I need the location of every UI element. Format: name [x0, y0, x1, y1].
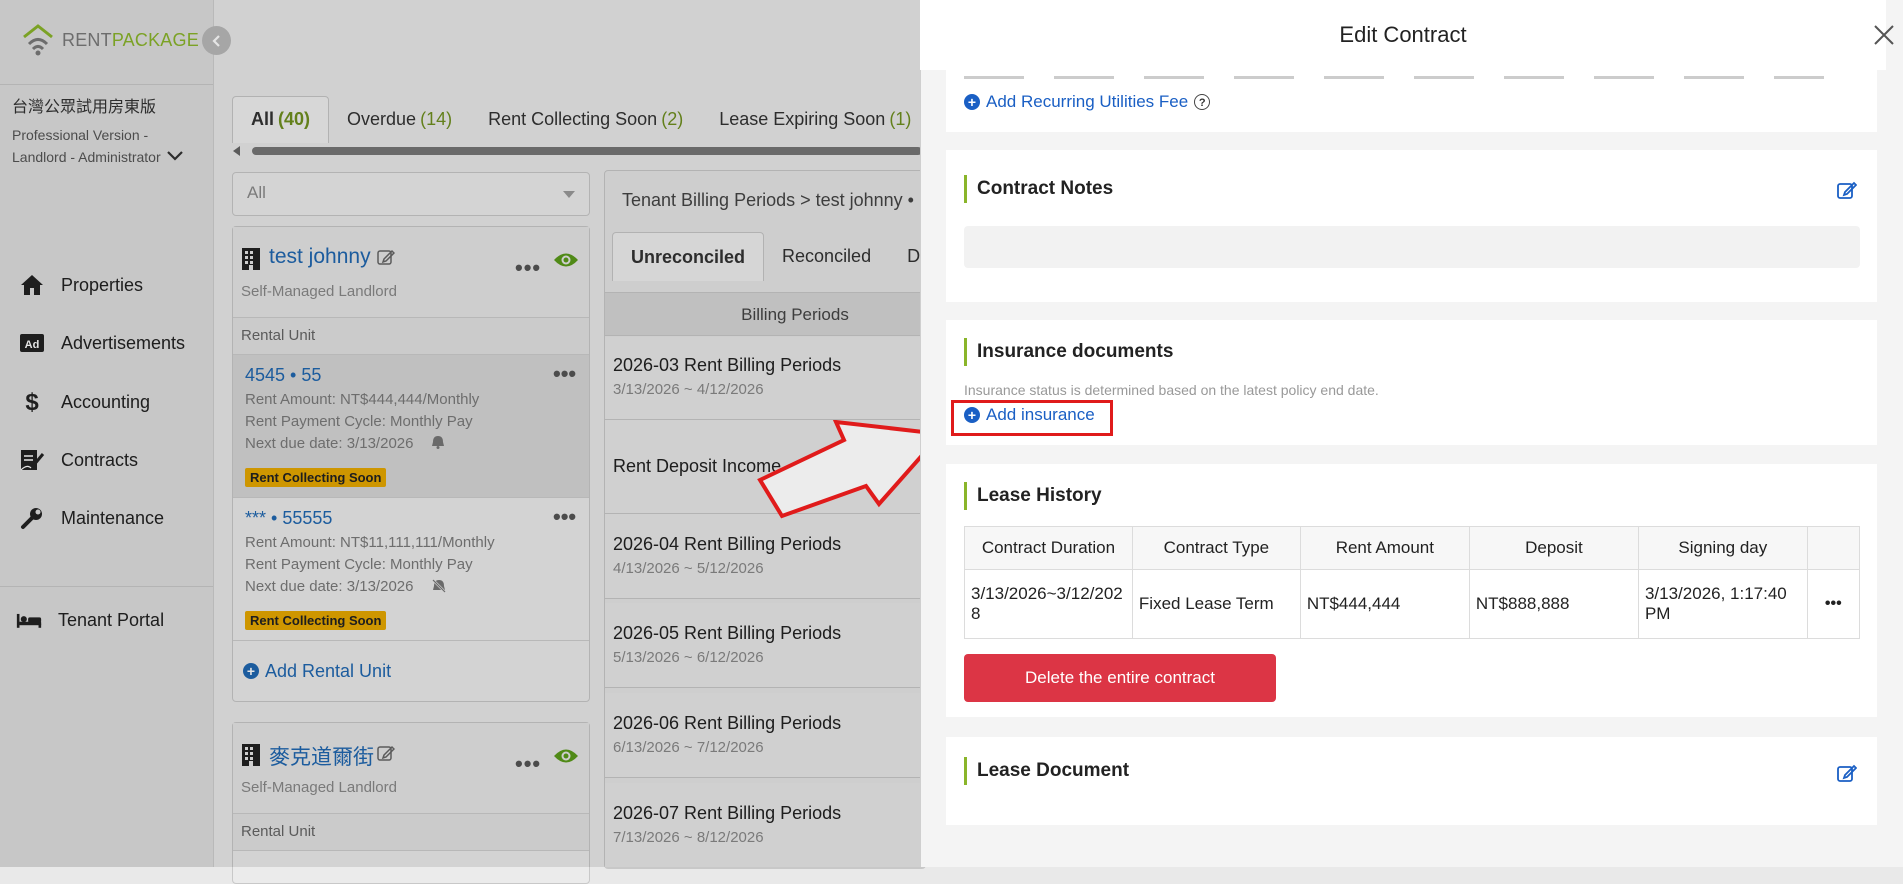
- column-header: Signing day: [1637, 526, 1808, 570]
- lease-history-section: Lease History Contract Duration Contract…: [946, 464, 1877, 717]
- insurance-hint: Insurance status is determined based on …: [964, 382, 1379, 398]
- edit-icon[interactable]: [1837, 180, 1857, 200]
- more-options-icon[interactable]: •••: [1806, 569, 1861, 639]
- contract-notes-section: Contract Notes: [946, 150, 1877, 302]
- cell-deposit: NT$888,888: [1468, 569, 1639, 639]
- column-header: Rent Amount: [1299, 526, 1470, 570]
- cell-type: Fixed Lease Term: [1131, 569, 1301, 639]
- recurring-fees-section: + Add Recurring Utilities Fee ?: [946, 70, 1877, 132]
- lease-document-section: Lease Document: [946, 737, 1877, 825]
- column-header: Contract Type: [1131, 526, 1301, 570]
- close-icon[interactable]: [1873, 24, 1895, 46]
- cell-duration: 3/13/2026~3/12/2028: [964, 569, 1133, 639]
- contract-notes-title: Contract Notes: [964, 175, 1113, 203]
- lease-history-title: Lease History: [964, 482, 1102, 510]
- table-header-row: Contract Duration Contract Type Rent Amo…: [964, 526, 1861, 570]
- column-header: Deposit: [1468, 526, 1639, 570]
- highlight-box: [951, 400, 1113, 436]
- column-header-actions: [1806, 526, 1861, 570]
- question-circle-icon[interactable]: ?: [1194, 94, 1211, 110]
- cell-rent: NT$444,444: [1299, 569, 1470, 639]
- lease-document-title: Lease Document: [964, 757, 1129, 785]
- lease-history-table: Contract Duration Contract Type Rent Amo…: [964, 526, 1861, 639]
- add-recurring-utilities-fee-link[interactable]: + Add Recurring Utilities Fee ?: [964, 92, 1211, 112]
- column-header: Contract Duration: [964, 526, 1133, 570]
- drawer-title: Edit Contract: [920, 0, 1886, 70]
- add-recurring-utilities-fee-label: Add Recurring Utilities Fee: [986, 92, 1189, 111]
- edit-icon[interactable]: [1837, 763, 1857, 783]
- annotation-arrow: [756, 420, 946, 520]
- delete-contract-button[interactable]: Delete the entire contract: [964, 654, 1276, 702]
- cell-signing: 3/13/2026, 1:17:40 PM: [1637, 569, 1808, 639]
- contract-notes-box[interactable]: [964, 226, 1860, 268]
- table-row: 3/13/2026~3/12/2028 Fixed Lease Term NT$…: [964, 569, 1861, 639]
- insurance-title: Insurance documents: [964, 338, 1173, 366]
- plus-circle-icon: +: [964, 94, 980, 110]
- clipped-content: [964, 76, 1824, 79]
